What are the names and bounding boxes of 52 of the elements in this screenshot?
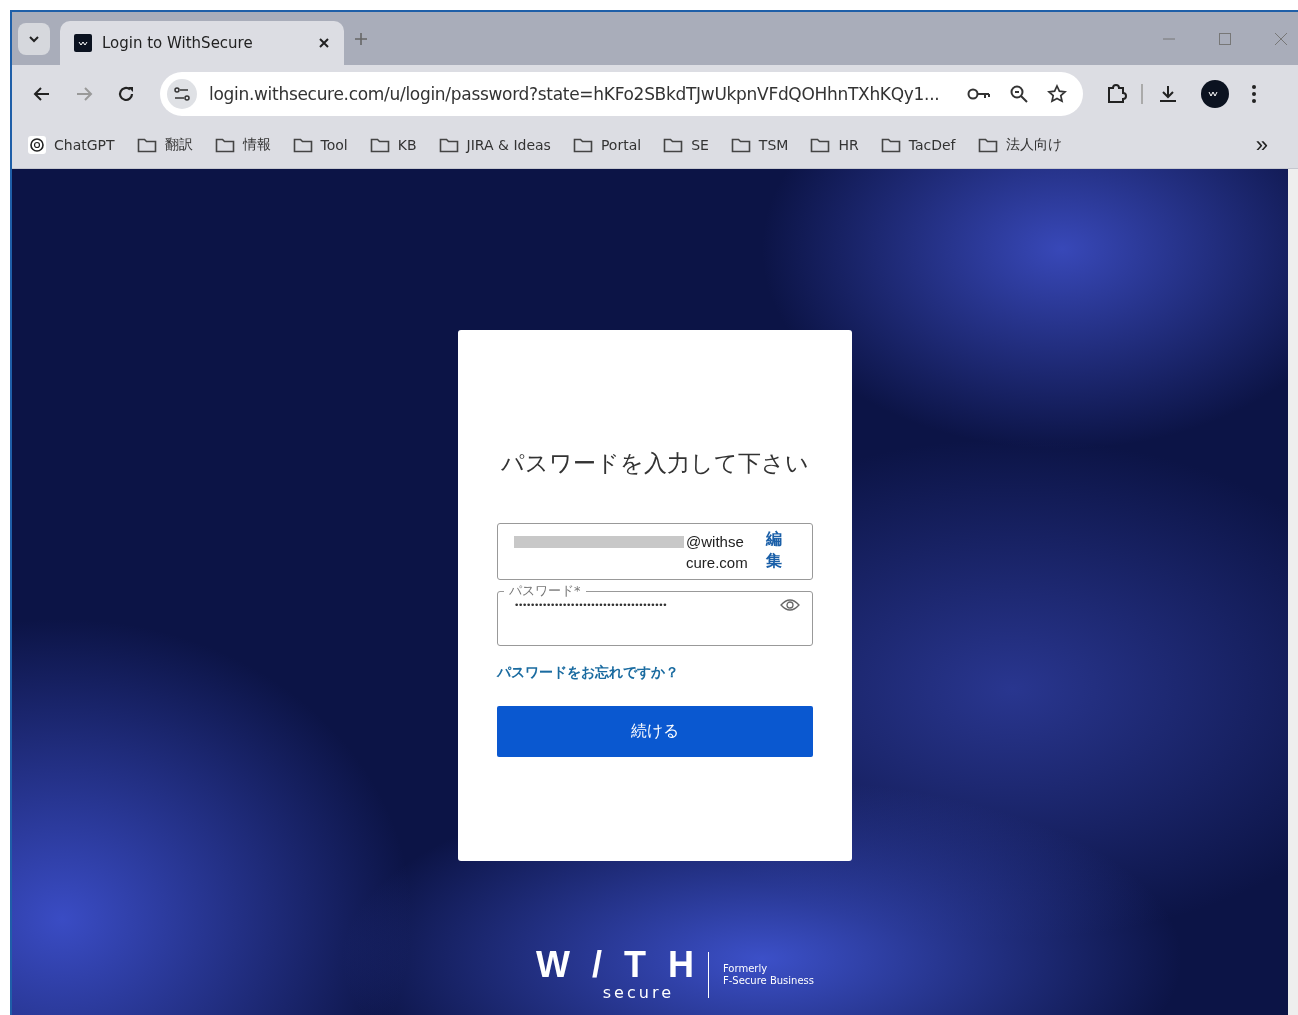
profile-avatar-icon[interactable] [1201, 79, 1229, 108]
forgot-password-link[interactable]: パスワードをお忘れですか？ [497, 664, 813, 682]
show-password-icon[interactable] [780, 598, 800, 612]
folder-icon [369, 137, 390, 153]
puzzle-icon[interactable] [1105, 82, 1127, 105]
tab-search-button[interactable] [18, 22, 50, 55]
more-bookmarks-button[interactable]: » [1249, 131, 1274, 159]
star-icon[interactable] [1047, 83, 1067, 104]
site-icon [74, 34, 92, 52]
close-icon[interactable] [318, 37, 330, 49]
logo-wordmark: W/TH [536, 947, 716, 983]
zoom-icon[interactable] [1009, 83, 1029, 104]
bookmark-item[interactable]: SE [663, 137, 709, 153]
browser-tab[interactable]: Login to WithSecure [60, 21, 344, 65]
bookmark-item[interactable]: 法人向け [977, 136, 1062, 154]
folder-icon [136, 137, 157, 153]
folder-icon [292, 137, 313, 153]
folder-icon [438, 137, 459, 153]
folder-icon [572, 137, 593, 153]
bookmark-item[interactable]: JIRA & Ideas [438, 137, 551, 153]
bookmark-item[interactable]: HR [810, 137, 859, 153]
menu-icon[interactable] [1251, 83, 1257, 104]
continue-button[interactable]: 続ける [497, 706, 813, 757]
bookmark-item[interactable]: Portal [572, 137, 642, 153]
login-heading: パスワードを入力して下さい [500, 449, 810, 478]
bookmark-item[interactable]: TacDef [880, 137, 956, 153]
password-label: パスワード* [508, 584, 582, 598]
bookmark-item[interactable]: TSM [730, 137, 789, 153]
password-value: •••••••••••••••••••••••••••••••••••••• [514, 600, 668, 610]
bookmark-item[interactable]: Tool [292, 137, 348, 153]
bookmark-item[interactable]: KB [369, 137, 417, 153]
scrollbar[interactable] [1288, 169, 1298, 1015]
logo-subtitle: secure [602, 983, 674, 1002]
folder-icon [663, 137, 684, 153]
bookmark-item[interactable]: ChatGPT [28, 136, 115, 154]
site-settings-icon[interactable] [167, 78, 197, 109]
email-text: @withsecure.com [686, 532, 748, 573]
folder-icon [214, 137, 235, 153]
logo-tagline: F-Secure Business [722, 974, 814, 987]
bookmark-item[interactable]: 翻訳 [136, 136, 193, 154]
edit-link[interactable]: 編集 [766, 528, 784, 579]
folder-icon [880, 137, 901, 153]
folder-icon [977, 137, 998, 153]
bookmark-item[interactable]: 情報 [214, 136, 271, 154]
address-bar[interactable]: login.withsecure.com/u/login/password?state=hKFo2SBkdTJwUkpnVFdQOHhnTXhKQy1... [160, 71, 1083, 116]
folder-icon [730, 137, 751, 153]
password-field[interactable]: パスワード* •••••••••••••••••••••••••••••••••••••• [497, 584, 813, 646]
logo-tagline: Formerly [722, 962, 769, 975]
key-icon[interactable] [967, 86, 991, 101]
folder-icon [810, 137, 831, 153]
url-text: login.withsecure.com/u/login/password?state=hKFo2SBkdTJwUkpnVFdQOHhnTXhKQy1... [209, 83, 941, 104]
site-icon [28, 136, 46, 154]
